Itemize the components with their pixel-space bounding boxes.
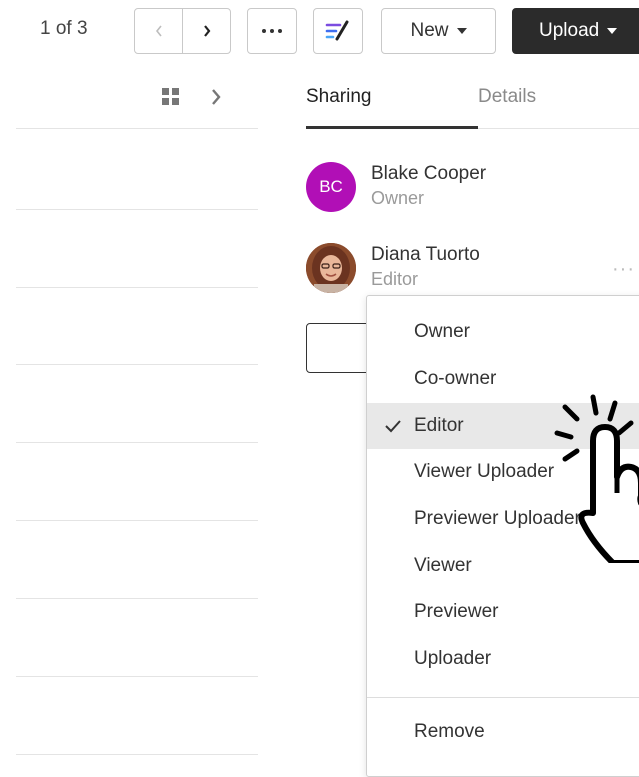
menu-item-previewer[interactable]: Previewer [367,589,639,635]
page-indicator: 1 of 3 [40,18,88,39]
menu-divider [367,697,639,698]
list-row-divider [16,209,258,210]
list-row-divider [16,442,258,443]
more-options-button[interactable] [247,8,297,54]
menu-item-uploader[interactable]: Uploader [367,636,639,682]
menu-item-owner[interactable]: Owner [367,309,639,355]
ellipsis-icon [262,29,282,33]
new-button[interactable]: New [381,8,496,54]
next-page-button[interactable] [183,9,230,53]
menu-item-remove[interactable]: Remove [367,709,639,755]
grid-view-icon[interactable] [161,87,181,107]
menu-item-label: Editor [414,415,464,436]
new-button-label: New [410,20,449,41]
tab-details[interactable]: Details [478,86,536,108]
chevron-right-icon[interactable] [210,87,222,107]
list-row-divider [16,287,258,288]
caret-down-icon [456,28,467,34]
avatar: BC [306,162,356,212]
collaborator-role: Owner [371,188,425,208]
upload-button[interactable]: Upload [512,8,639,54]
ai-notes-icon [325,20,349,41]
list-row-divider [16,520,258,521]
collaborator-options-button[interactable]: ··· [612,258,635,281]
checkmark-icon [385,420,401,433]
list-row-divider [16,676,258,677]
caret-down-icon [607,28,618,34]
list-row-divider [16,364,258,365]
box-ai-button[interactable] [313,8,363,54]
tap-hand-icon [554,394,639,563]
pager [134,8,231,54]
upload-button-label: Upload [539,20,600,41]
collaborator-role: Editor [371,269,419,289]
previous-page-button[interactable] [135,9,182,53]
user-photo-icon [306,243,356,293]
collaborator-name: Diana Tuorto [371,244,480,265]
collaborator-name: Blake Cooper [371,163,487,184]
list-row-divider [16,598,258,599]
chevron-left-icon [155,25,162,37]
active-tab-indicator [306,126,478,129]
tab-sharing[interactable]: Sharing [306,86,372,108]
chevron-right-icon [203,25,210,37]
avatar [306,243,356,293]
list-row-divider [16,128,258,129]
list-row-divider [16,754,258,755]
